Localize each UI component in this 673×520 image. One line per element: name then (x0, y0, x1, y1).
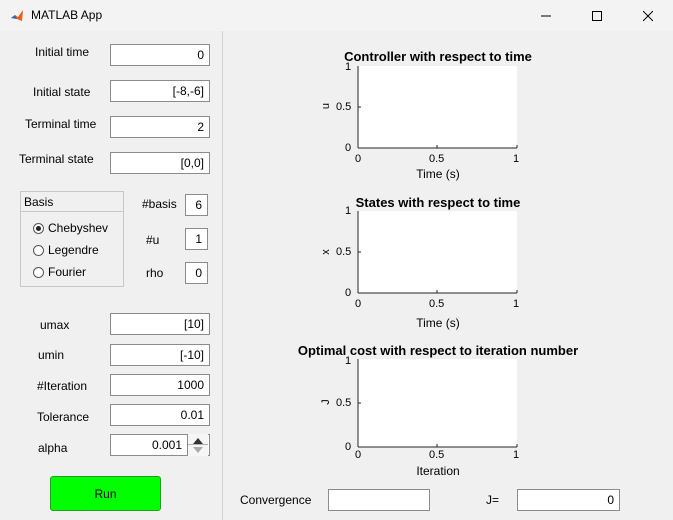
plot1-ylabel: u (320, 102, 333, 110)
run-button[interactable]: Run (50, 476, 161, 511)
radio-chebyshev[interactable]: Chebyshev (33, 221, 108, 235)
alpha-label: alpha (38, 441, 68, 455)
minimize-button[interactable] (523, 0, 569, 31)
radio-unselected-icon[interactable] (33, 244, 44, 256)
initial-time-label: Initial time (35, 45, 90, 59)
radio-legendre[interactable]: Legendre (33, 243, 99, 257)
window-title: MATLAB App (31, 8, 103, 22)
close-button[interactable] (625, 0, 671, 31)
terminal-state-field[interactable]: [0,0] (110, 152, 210, 174)
rho-label: rho (146, 266, 164, 280)
umax-field[interactable]: [10] (110, 313, 210, 335)
plot1-xtick-min: 0 (355, 153, 362, 165)
basis-divider (21, 211, 123, 212)
plot1-ytick-min: 0 (345, 142, 352, 154)
plot1-xlabel: Time (s) (416, 167, 460, 181)
radio-fourier[interactable]: Fourier (33, 265, 86, 279)
nbasis-label: #basis (142, 197, 177, 211)
plot2-ylabel: x (319, 249, 332, 255)
plot2-axes (357, 211, 518, 294)
nu-label: #u (146, 233, 160, 247)
convergence-field[interactable] (328, 489, 430, 511)
title-bar: MATLAB App (0, 0, 673, 31)
plot2-ytick-mid: 0.5 (336, 246, 352, 258)
basis-title: Basis (24, 195, 54, 209)
minimize-icon (541, 15, 551, 16)
spin-divider (188, 444, 208, 445)
plot1-ytick-max: 1 (345, 61, 352, 73)
umin-label: umin (38, 348, 65, 362)
nbasis-field[interactable]: 6 (185, 194, 208, 216)
umin-field[interactable]: [-10] (110, 344, 210, 366)
umax-label: umax (40, 318, 70, 332)
j-label: J= (486, 493, 500, 507)
plot3-xtick-max: 1 (513, 449, 520, 461)
plot2-xtick-mid: 0.5 (429, 298, 445, 310)
j-field[interactable]: 0 (517, 489, 620, 511)
maximize-icon (592, 10, 602, 21)
spin-down-icon[interactable] (193, 447, 203, 453)
alpha-spinner[interactable] (187, 434, 208, 456)
radio-legendre-label: Legendre (48, 243, 99, 257)
plot2-xtick-min: 0 (355, 298, 362, 310)
nu-field[interactable]: 1 (185, 228, 208, 250)
plot1-xtick-mid: 0.5 (429, 153, 445, 165)
close-icon (643, 10, 653, 21)
plot3-ytick-min: 0 (345, 441, 352, 453)
plot1-xtick-max: 1 (513, 153, 520, 165)
plot3-axes (357, 359, 518, 448)
radio-unselected-icon[interactable] (33, 266, 44, 278)
maximize-button[interactable] (574, 0, 620, 31)
plot3-ylabel: J (319, 399, 332, 405)
plot3-ytick-max: 1 (345, 355, 352, 367)
radio-selected-icon[interactable] (33, 222, 44, 234)
plot3-xtick-mid: 0.5 (429, 449, 445, 461)
plot2-ytick-max: 1 (345, 205, 352, 217)
basis-panel: Basis Chebyshev Legendre Fourier (20, 191, 124, 287)
terminal-state-label: Terminal state (19, 152, 94, 166)
plot2-ytick-min: 0 (345, 287, 352, 299)
plot2-xtick-max: 1 (513, 298, 520, 310)
iteration-field[interactable]: 1000 (110, 374, 210, 396)
matlab-icon (10, 9, 24, 23)
terminal-time-field[interactable]: 2 (110, 116, 210, 138)
initial-time-field[interactable]: 0 (110, 44, 210, 66)
plot3-xlabel: Iteration (416, 464, 460, 478)
convergence-label: Convergence (240, 493, 312, 507)
plot1-axes (357, 66, 518, 149)
radio-fourier-label: Fourier (48, 265, 87, 279)
tolerance-label: Tolerance (37, 410, 90, 424)
rho-field[interactable]: 0 (185, 262, 208, 284)
plot1-ytick-mid: 0.5 (336, 101, 352, 113)
plot3-xtick-min: 0 (355, 449, 362, 461)
iteration-label: #Iteration (37, 379, 88, 393)
radio-chebyshev-label: Chebyshev (48, 221, 109, 235)
plot3-ytick-mid: 0.5 (336, 397, 352, 409)
terminal-time-label: Terminal time (25, 117, 97, 131)
tolerance-field[interactable]: 0.01 (110, 404, 210, 426)
plot2-xlabel: Time (s) (416, 316, 460, 330)
initial-state-label: Initial state (33, 85, 91, 99)
initial-state-field[interactable]: [-8,-6] (110, 80, 210, 102)
